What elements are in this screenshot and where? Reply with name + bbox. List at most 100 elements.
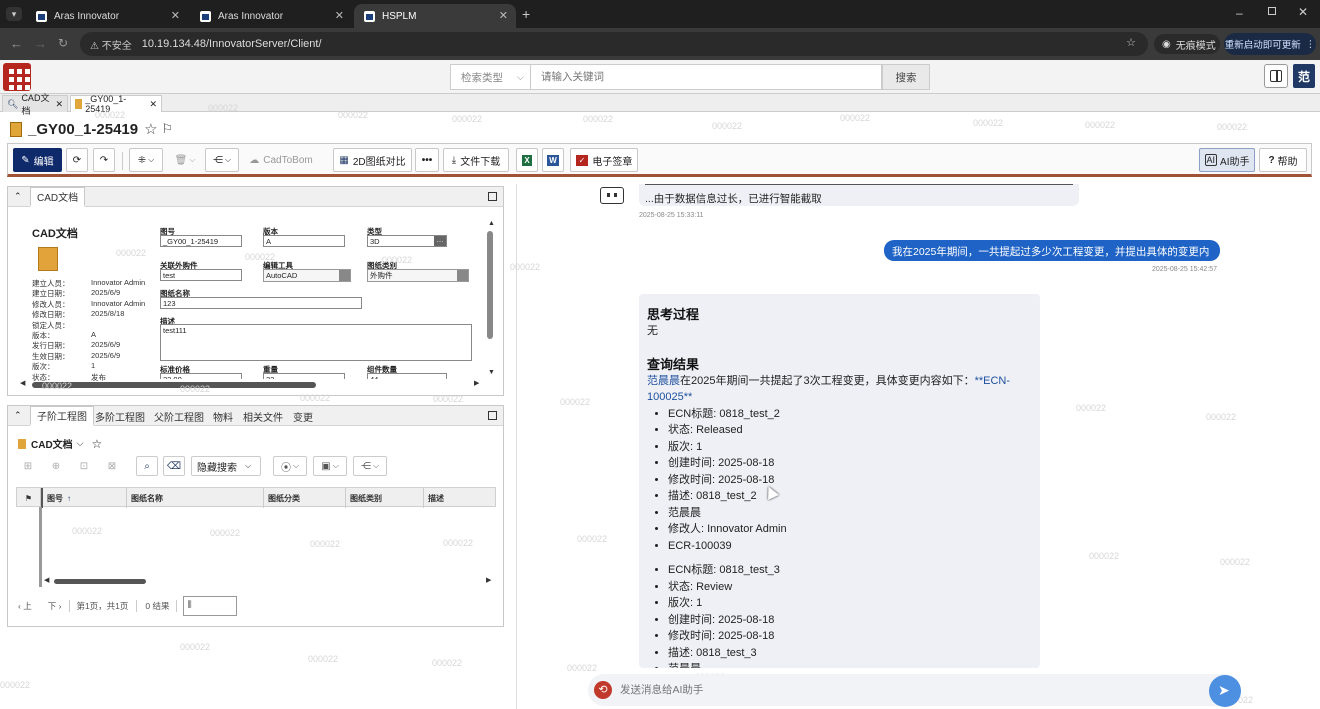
replace-icon[interactable]: ⊡	[74, 456, 94, 476]
incognito-indicator[interactable]: ◉ 无痕模式	[1154, 34, 1220, 54]
weight-field[interactable]: 33	[263, 373, 345, 379]
close-tab-icon[interactable]: ✕	[171, 9, 180, 22]
chat-input-bar[interactable]: ⟲	[588, 674, 1240, 706]
browser-tab[interactable]: Aras Innovator ✕	[26, 4, 188, 28]
edit-tool-select[interactable]: AutoCAD	[263, 269, 351, 282]
horizontal-scrollbar[interactable]	[54, 579, 146, 584]
scroll-left-icon[interactable]: ◀	[20, 379, 25, 387]
maximize-icon[interactable]	[1268, 7, 1276, 15]
related-part-field[interactable]: test	[160, 269, 242, 281]
tab-list-button[interactable]: ▾	[6, 7, 22, 21]
user-avatar[interactable]: 范	[1293, 64, 1315, 88]
vertical-scrollbar[interactable]	[487, 231, 493, 339]
tab-cad-document[interactable]: CAD文档	[30, 187, 86, 207]
view-dropdown-button[interactable]: ▣ ⌵	[313, 456, 347, 476]
add-existing-icon[interactable]: ⊕	[46, 456, 66, 476]
close-window-icon[interactable]: ✕	[1298, 5, 1308, 19]
back-icon[interactable]: ←	[10, 36, 23, 51]
new-row-icon[interactable]: ⊞	[18, 456, 38, 476]
collapse-icon[interactable]: ⌃	[14, 191, 22, 202]
scroll-up-icon[interactable]: ▲	[488, 220, 495, 227]
drawing-category-select[interactable]: 外购件	[367, 269, 469, 282]
hide-search-select[interactable]: 隐藏搜索 ⌵	[191, 456, 261, 476]
version-field[interactable]: A	[263, 235, 345, 247]
close-tab-icon[interactable]: ✕	[335, 9, 344, 22]
type-field[interactable]: 3D…	[367, 235, 447, 247]
compare-2d-button[interactable]: ▦ 2D图纸对比	[333, 148, 412, 172]
column-drawing-no[interactable]: 图号 ↑	[41, 488, 127, 508]
url-field[interactable]: ⚠ 不安全 10.19.134.48/InnovatorServer/Clien…	[80, 32, 1148, 56]
doc-tab-cad[interactable]: 🔍︎ CAD文档 ✕	[2, 93, 68, 116]
clear-search-icon[interactable]: ⌫	[163, 456, 185, 476]
ellipsis-picker-icon[interactable]: …	[434, 236, 446, 246]
scroll-right-icon[interactable]: ▶	[486, 576, 491, 584]
help-button[interactable]: ? 帮助	[1259, 148, 1307, 172]
component-qty-field[interactable]: 44	[367, 373, 447, 379]
edit-button[interactable]: ✎ 编辑	[13, 148, 62, 172]
new-tab-icon[interactable]: +	[522, 6, 530, 22]
split-layout-icon[interactable]	[1264, 64, 1288, 88]
file-download-button[interactable]: ⤓ 文件下载	[443, 148, 509, 172]
search-button[interactable]: 搜索	[882, 64, 930, 90]
cad-to-bom-button[interactable]: ☁ CadToBom	[245, 148, 317, 172]
close-tab-icon[interactable]: ✕	[499, 9, 508, 22]
page-size-picker[interactable]: ⫴	[182, 596, 237, 616]
maximize-pane-icon[interactable]	[488, 192, 497, 201]
close-icon[interactable]: ✕	[55, 99, 63, 110]
description-field[interactable]: test111	[160, 324, 472, 361]
send-button[interactable]: ➤	[1209, 675, 1241, 707]
search-type-select[interactable]: 检索类型 ⌵	[450, 64, 530, 90]
next-page-button[interactable]: 下 ›	[48, 600, 62, 612]
tab-parent-drawings[interactable]: 父阶工程图	[154, 406, 204, 426]
favorite-star-icon[interactable]: ☆	[92, 437, 103, 451]
close-icon[interactable]: ✕	[149, 99, 157, 110]
prev-page-button[interactable]: ‹ 上	[18, 600, 32, 612]
ai-assistant-button[interactable]: AI AI助手	[1199, 148, 1255, 172]
history-icon[interactable]: ⟲	[594, 681, 612, 699]
redo-button[interactable]: ↷	[93, 148, 115, 172]
maximize-pane-icon[interactable]	[488, 411, 497, 420]
column-drawing-class[interactable]: 图纸分类	[264, 488, 346, 508]
global-search-input[interactable]	[530, 64, 882, 90]
structure-dropdown-button[interactable]: ⁜ ⌵	[129, 148, 163, 172]
tab-child-drawings[interactable]: 子阶工程图	[30, 406, 94, 426]
app-menu-grid-icon[interactable]	[3, 63, 31, 91]
insecure-warning[interactable]: ⚠ 不安全	[90, 37, 132, 52]
reload-icon[interactable]: ↻	[58, 36, 68, 50]
ecn-link-item[interactable]: 范晨晨	[668, 505, 1032, 522]
scroll-down-icon[interactable]: ▼	[488, 369, 495, 376]
drawing-name-field[interactable]: 123	[160, 297, 362, 309]
ecn-link-item[interactable]: 范晨晨	[668, 661, 1032, 668]
row-flag-icon[interactable]: ⚑	[17, 488, 41, 508]
tab-materials[interactable]: 物料	[213, 406, 233, 426]
export-excel-button[interactable]: X	[516, 148, 538, 172]
relaunch-update-button[interactable]: 重新启动即可更新 ⋮	[1224, 33, 1316, 55]
flag-icon[interactable]: ⚐	[162, 121, 174, 137]
browser-tab-active[interactable]: HSPLM ✕	[354, 4, 516, 28]
tab-multi-level-drawings[interactable]: 多阶工程图	[95, 406, 145, 426]
share-dropdown-button[interactable]: ⋲ ⌵	[353, 456, 387, 476]
favorite-star-icon[interactable]: ☆	[144, 120, 157, 138]
scroll-left-icon[interactable]: ◀	[44, 576, 49, 584]
std-price-field[interactable]: 22.00	[160, 373, 242, 379]
collapse-icon[interactable]: ⌃	[14, 410, 22, 421]
remove-row-icon[interactable]: ⊠	[102, 456, 122, 476]
column-drawing-category[interactable]: 图纸类别	[346, 488, 424, 508]
column-description[interactable]: 描述	[424, 488, 497, 508]
forward-icon[interactable]: →	[34, 36, 47, 51]
bookmark-star-icon[interactable]: ☆	[1126, 36, 1136, 49]
chat-message-input[interactable]	[620, 682, 1180, 698]
tab-changes[interactable]: 变更	[293, 406, 313, 426]
export-word-button[interactable]: W	[542, 148, 564, 172]
search-icon[interactable]: ⌕	[136, 456, 158, 476]
item-type-selector[interactable]: CAD文档 ⌵ ☆	[18, 436, 102, 451]
more-button[interactable]: •••	[415, 148, 439, 172]
e-signature-button[interactable]: ✓ 电子签章	[570, 148, 638, 172]
delete-dropdown-button[interactable]: 🗑︎ ⌵	[168, 148, 202, 172]
column-drawing-name[interactable]: 图纸名称	[127, 488, 264, 508]
minimize-icon[interactable]: –	[1236, 6, 1243, 20]
drawing-no-field[interactable]: _GY00_1-25419	[160, 235, 242, 247]
horizontal-scrollbar[interactable]	[32, 382, 316, 388]
target-dropdown-button[interactable]: ⦿ ⌵	[273, 456, 307, 476]
refresh-button[interactable]: ⟳	[66, 148, 88, 172]
